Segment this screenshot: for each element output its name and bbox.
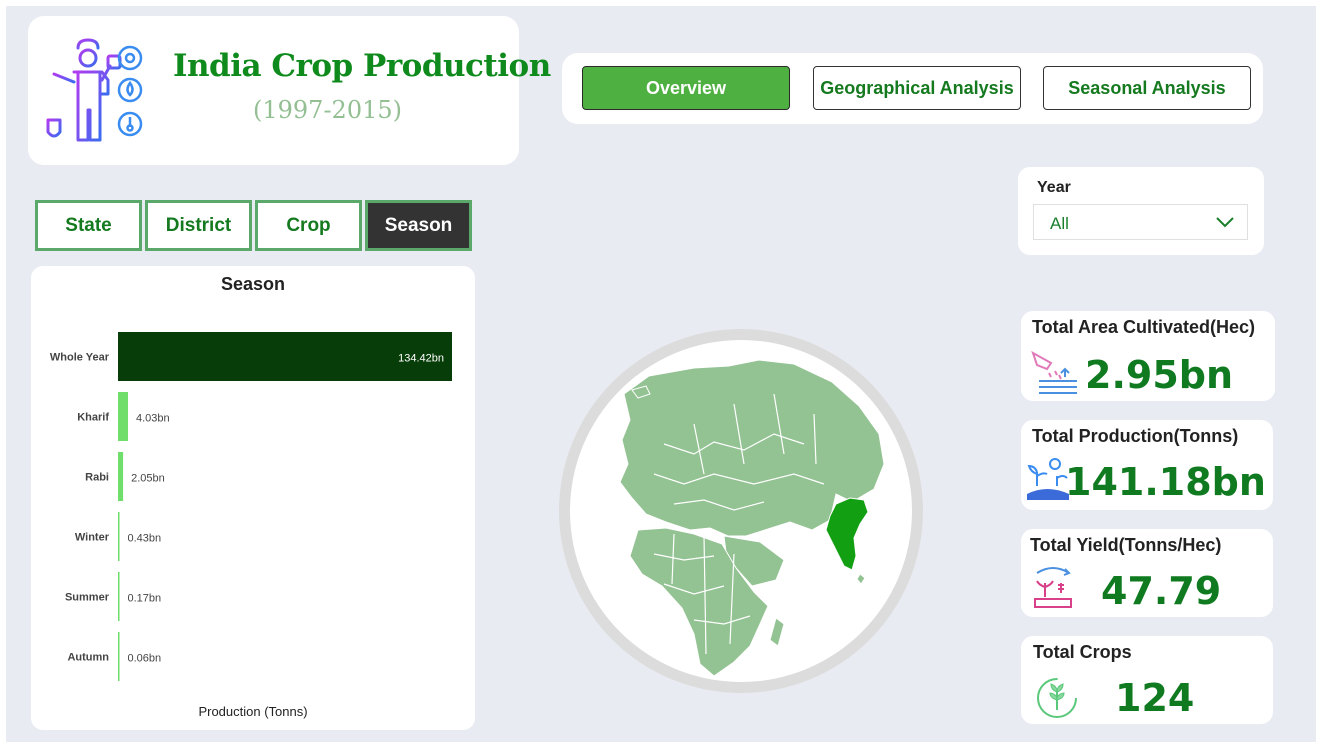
season-chart-card: Whole Year 134.42bn Kharif 4.03bn Rabi 2.05bn… — [31, 266, 475, 730]
data-label: 4.03bn — [136, 413, 170, 425]
category-label: Winter — [75, 532, 110, 544]
irrigation-icon — [1031, 350, 1077, 394]
category-label: Kharif — [77, 412, 109, 424]
overview-button[interactable]: Overview — [582, 66, 790, 110]
year-dropdown[interactable]: All — [1033, 204, 1248, 240]
data-label: 0.43bn — [128, 533, 162, 545]
kpi-yield-label: Total Yield(Tonns/Hec) — [1030, 535, 1222, 555]
year-dropdown-value: All — [1050, 214, 1069, 233]
kpi-total-yield: Total Yield(Tonns/Hec) 47.79 — [1021, 529, 1273, 617]
app-title: India Crop Production — [173, 48, 551, 84]
category-label: Autumn — [67, 652, 109, 664]
data-label: 0.17bn — [128, 593, 162, 605]
kpi-total-production: Total Production(Tonns) 141.18bn — [1021, 420, 1273, 510]
wheat-icon — [1037, 678, 1077, 718]
tab-crop[interactable]: Crop — [255, 200, 362, 251]
kpi-area-value: 2.95bn — [1085, 353, 1234, 397]
kpi-total-area: Total Area Cultivated(Hec) 2.95bn — [1021, 311, 1275, 401]
bar-autumn[interactable] — [118, 632, 120, 681]
kpi-area-label: Total Area Cultivated(Hec) — [1032, 317, 1256, 337]
app-subtitle: (1997-2015) — [253, 96, 402, 124]
category-label: Rabi — [85, 472, 109, 484]
tab-state[interactable]: State — [35, 200, 142, 251]
category-label: Summer — [65, 592, 110, 604]
year-filter-card: Year All — [1018, 167, 1264, 255]
season-bar-chart: Whole Year 134.42bn Kharif 4.03bn Rabi 2.05bn… — [50, 332, 452, 681]
kpi-crops-value: 124 — [1115, 676, 1195, 720]
kpi-crops-label: Total Crops — [1033, 642, 1132, 662]
kpi-production-label: Total Production(Tonns) — [1032, 426, 1239, 446]
chart-x-axis-label: Production (Tonns) — [198, 704, 308, 719]
bar-rabi[interactable] — [118, 452, 124, 501]
category-label: Whole Year — [50, 352, 110, 364]
kpi-production-value: 141.18bn — [1065, 460, 1266, 504]
chevron-down-icon — [1216, 217, 1234, 228]
tab-season[interactable]: Season — [365, 200, 472, 251]
chart-title: Season — [220, 274, 286, 294]
seasonal-analysis-button[interactable]: Seasonal Analysis — [1043, 66, 1251, 110]
year-filter-label: Year — [1037, 179, 1071, 196]
kpi-yield-value: 47.79 — [1101, 569, 1222, 613]
dashboard-canvas: India Crop Production (1997-2015) Overvi… — [6, 6, 1316, 742]
bar-winter[interactable] — [118, 512, 120, 561]
farmer-icon — [46, 38, 143, 142]
data-label: 0.06bn — [128, 653, 162, 665]
title-card: India Crop Production (1997-2015) — [28, 16, 551, 165]
tab-district[interactable]: District — [145, 200, 252, 251]
geographical-analysis-button[interactable]: Geographical Analysis — [813, 66, 1021, 110]
bar-kharif[interactable] — [118, 392, 129, 441]
kpi-total-crops: Total Crops 124 — [1021, 636, 1273, 724]
nav-bar: Overview Geographical Analysis Seasonal … — [562, 53, 1263, 124]
india-globe-map — [559, 329, 923, 693]
bar-summer[interactable] — [118, 572, 120, 621]
yield-icon — [1034, 567, 1072, 608]
data-label: 2.05bn — [131, 473, 165, 485]
data-label: 134.42bn — [398, 353, 444, 365]
